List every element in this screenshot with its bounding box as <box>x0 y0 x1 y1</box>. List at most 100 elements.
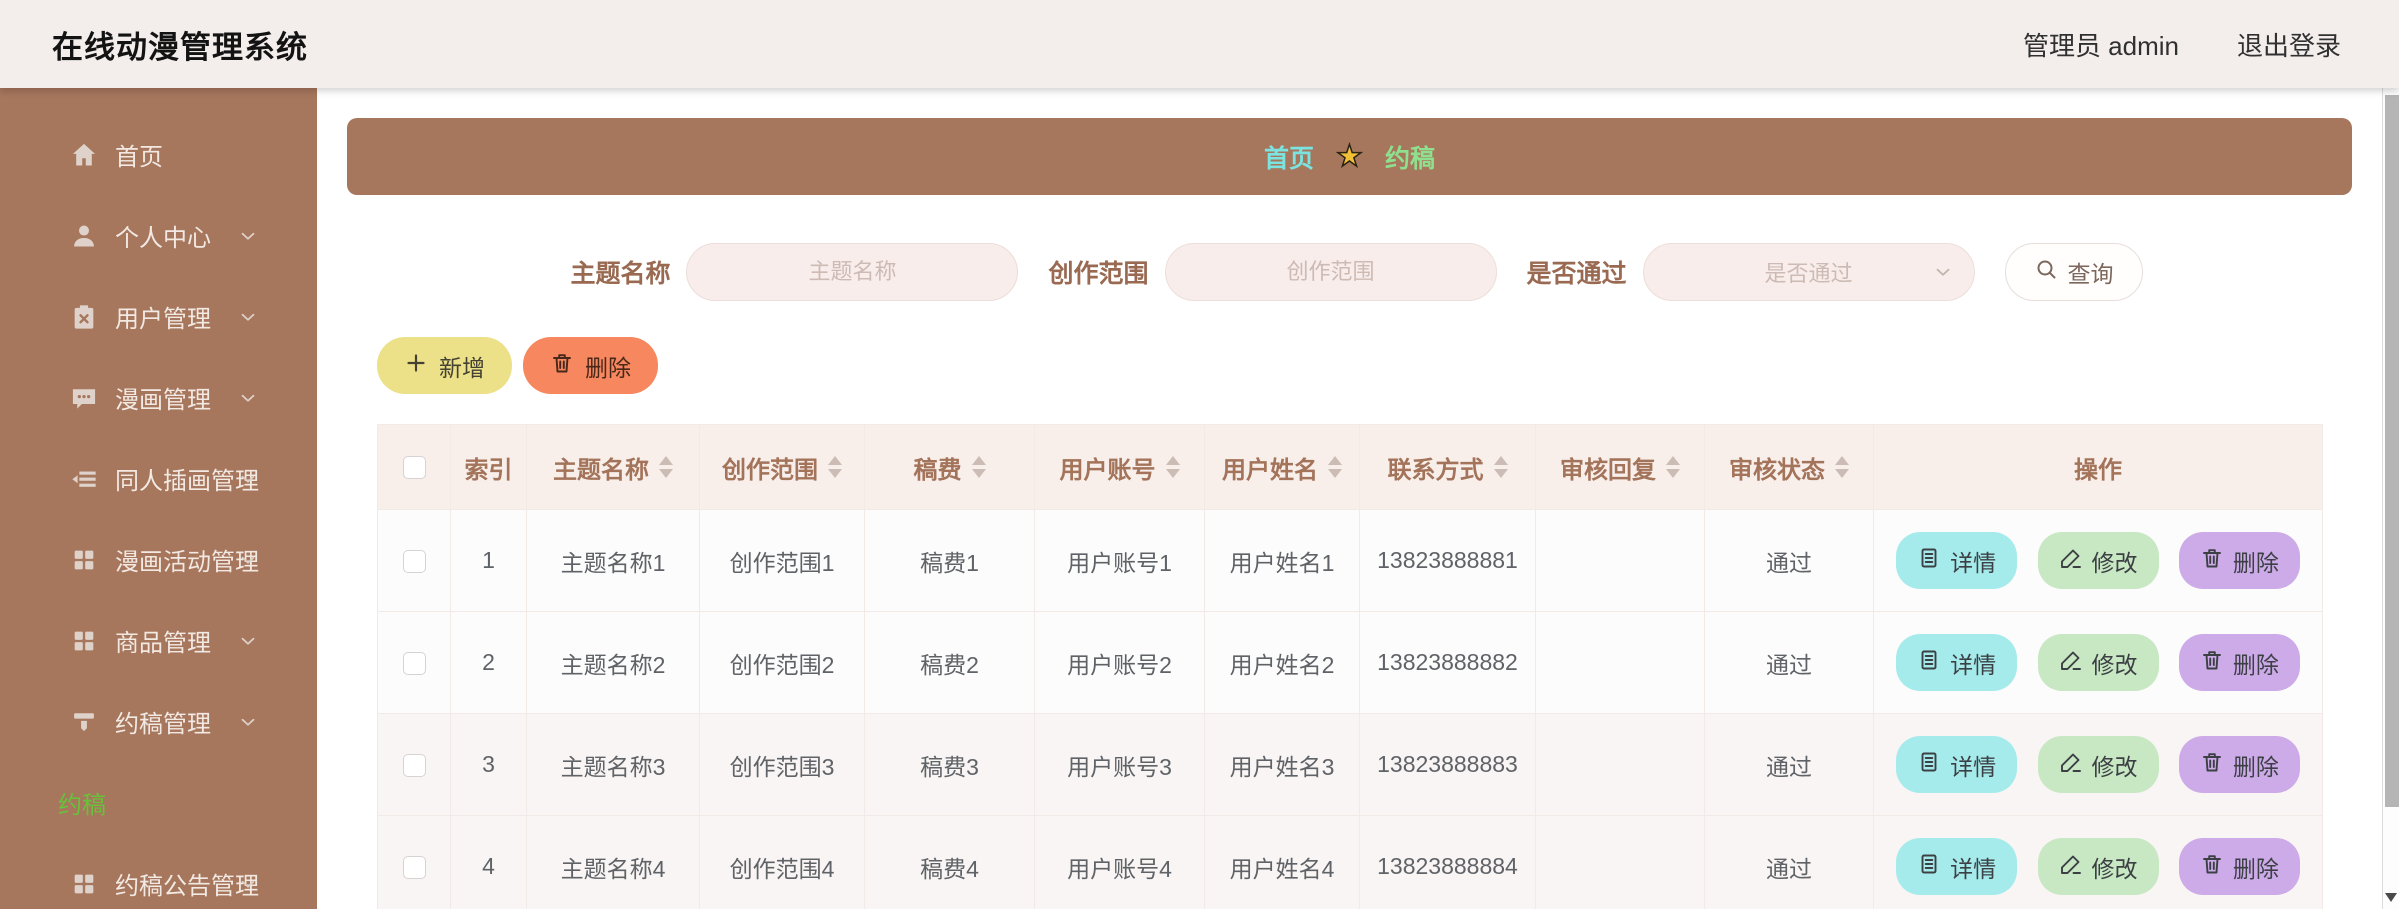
trash-icon <box>2200 648 2224 678</box>
cell-topic: 主题名称2 <box>526 611 700 714</box>
sidebar: 首页 个人中心 用户管理 漫画管理 同人插画管理 漫画活动管理 商品管理 约稿管… <box>0 88 317 909</box>
cell-account: 用户账号4 <box>1034 815 1205 909</box>
add-button[interactable]: 新增 <box>377 337 512 394</box>
detail-button[interactable]: 详情 <box>1896 838 2018 895</box>
header-user-account[interactable]: 用户账号 <box>1034 424 1205 510</box>
creation-scope-input[interactable] <box>1164 243 1497 301</box>
chat-bubble-icon <box>70 384 98 412</box>
sidebar-subitem-commission-active[interactable]: 约稿 <box>0 762 317 843</box>
cell-status: 通过 <box>1704 815 1874 909</box>
cell-fee: 稿费3 <box>864 713 1035 816</box>
header-right: 管理员 admin 退出登录 <box>2023 26 2341 63</box>
delete-button[interactable]: 删除 <box>2178 634 2300 691</box>
sort-carets-icon[interactable] <box>1835 456 1849 478</box>
header-contact[interactable]: 联系方式 <box>1359 424 1536 510</box>
sidebar-item-label: 个人中心 <box>115 225 211 252</box>
sort-carets-icon[interactable] <box>659 456 673 478</box>
table-row: 3 主题名称3 创作范围3 稿费3 用户账号3 用户姓名3 1382388888… <box>377 713 2323 816</box>
chevron-down-icon <box>1932 261 1954 283</box>
edit-button[interactable]: 修改 <box>2037 532 2159 589</box>
search-icon <box>2034 257 2058 287</box>
cell-phone: 13823888884 <box>1359 815 1536 909</box>
select-all-header[interactable] <box>377 424 451 510</box>
sidebar-item-user-management[interactable]: 用户管理 <box>0 276 317 357</box>
cell-operations: 详情 修改 删除 <box>1873 509 2323 612</box>
header-review-reply[interactable]: 审核回复 <box>1535 424 1705 510</box>
header-topic-name[interactable]: 主题名称 <box>526 424 700 510</box>
batch-delete-button[interactable]: 删除 <box>523 337 658 394</box>
breadcrumb-current: 约稿 <box>1384 144 1435 173</box>
query-button-label: 查询 <box>2067 261 2114 287</box>
scrollbar-thumb[interactable] <box>2385 95 2399 807</box>
sidebar-item-commission-notice-management[interactable]: 约稿公告管理 <box>0 843 317 909</box>
topic-name-input[interactable] <box>686 243 1019 301</box>
row-checkbox[interactable] <box>402 754 426 778</box>
grid-icon <box>70 546 98 574</box>
sidebar-item-fan-illustration-management[interactable]: 同人插画管理 <box>0 438 317 519</box>
sidebar-item-commission-management[interactable]: 约稿管理 <box>0 681 317 762</box>
sidebar-item-label: 首页 <box>115 144 163 171</box>
chevron-down-icon <box>237 711 259 733</box>
top-header: 在线动漫管理系统 管理员 admin 退出登录 <box>0 0 2399 88</box>
detail-button[interactable]: 详情 <box>1896 736 2018 793</box>
delete-button[interactable]: 删除 <box>2178 838 2300 895</box>
sort-carets-icon[interactable] <box>828 456 842 478</box>
cell-status: 通过 <box>1704 713 1874 816</box>
cell-status: 通过 <box>1704 611 1874 714</box>
table-toolbar: 新增 删除 <box>377 337 2322 394</box>
breadcrumb-home-link[interactable]: 首页 <box>1264 139 1314 175</box>
sidebar-item-home[interactable]: 首页 <box>0 114 317 195</box>
cell-topic: 主题名称3 <box>526 713 700 816</box>
cell-fee: 稿费4 <box>864 815 1035 909</box>
chevron-down-icon <box>237 306 259 328</box>
logout-button[interactable]: 退出登录 <box>2237 26 2341 63</box>
breadcrumb: 首页 ★ 约稿 <box>347 118 2352 195</box>
chevron-down-icon <box>237 549 259 571</box>
row-checkbox[interactable] <box>402 550 426 574</box>
header-user-name[interactable]: 用户姓名 <box>1204 424 1360 510</box>
query-button[interactable]: 查询 <box>2004 243 2143 301</box>
sidebar-item-comic-activity-management[interactable]: 漫画活动管理 <box>0 519 317 600</box>
sort-carets-icon[interactable] <box>1666 456 1680 478</box>
data-table: 索引 主题名称 创作范围 稿费 用户账号 用户姓名 联系方式 审核回复 审核状态… <box>377 424 2323 909</box>
header-review-status[interactable]: 审核状态 <box>1704 424 1874 510</box>
sidebar-item-comic-management[interactable]: 漫画管理 <box>0 357 317 438</box>
sidebar-item-personal-center[interactable]: 个人中心 <box>0 195 317 276</box>
delete-button[interactable]: 删除 <box>2178 736 2300 793</box>
sort-carets-icon[interactable] <box>1493 456 1508 478</box>
select-all-checkbox[interactable] <box>402 456 426 480</box>
sort-carets-icon[interactable] <box>971 456 986 478</box>
detail-button[interactable]: 详情 <box>1896 634 2018 691</box>
header-index: 索引 <box>450 424 527 510</box>
cell-name: 用户姓名4 <box>1204 815 1360 909</box>
document-icon <box>1917 546 1941 576</box>
detail-button[interactable]: 详情 <box>1896 532 2018 589</box>
edit-button[interactable]: 修改 <box>2037 736 2159 793</box>
edit-button[interactable]: 修改 <box>2037 838 2159 895</box>
sort-carets-icon[interactable] <box>1328 456 1342 478</box>
header-fee[interactable]: 稿费 <box>864 424 1035 510</box>
header-creation-scope[interactable]: 创作范围 <box>699 424 865 510</box>
current-user[interactable]: 管理员 admin <box>2023 26 2179 63</box>
cell-name: 用户姓名2 <box>1204 611 1360 714</box>
sidebar-item-product-management[interactable]: 商品管理 <box>0 600 317 681</box>
header-operations: 操作 <box>1873 424 2323 510</box>
cell-name: 用户姓名1 <box>1204 509 1360 612</box>
main-content: 首页 ★ 约稿 主题名称 创作范围 是否通过 是否通过 查询 新增 <box>317 88 2382 909</box>
star-icon: ★ <box>1335 139 1363 174</box>
pen-icon <box>2059 546 2083 576</box>
app-title: 在线动漫管理系统 <box>52 29 308 65</box>
table-header-row: 索引 主题名称 创作范围 稿费 用户账号 用户姓名 联系方式 审核回复 审核状态… <box>377 424 2323 510</box>
scrollbar-down-arrow-icon[interactable] <box>2385 893 2397 902</box>
pen-icon <box>2059 648 2083 678</box>
search-form: 主题名称 创作范围 是否通过 是否通过 查询 <box>317 243 2382 301</box>
edit-button[interactable]: 修改 <box>2037 634 2159 691</box>
row-checkbox[interactable] <box>402 856 426 880</box>
vertical-scrollbar[interactable] <box>2382 88 2399 909</box>
delete-button[interactable]: 删除 <box>2178 532 2300 589</box>
sort-carets-icon[interactable] <box>1165 456 1180 478</box>
row-checkbox[interactable] <box>402 652 426 676</box>
chevron-down-icon <box>237 225 259 247</box>
table-row: 1 主题名称1 创作范围1 稿费1 用户账号1 用户姓名1 1382388888… <box>377 509 2323 612</box>
pass-status-select[interactable]: 是否通过 <box>1642 243 1975 301</box>
